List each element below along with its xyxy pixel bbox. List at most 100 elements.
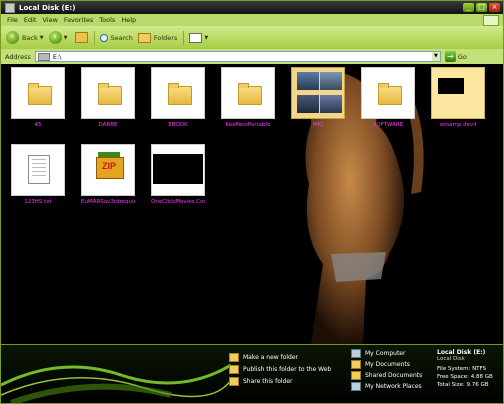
menu-tools[interactable]: Tools — [99, 16, 115, 24]
toolbar: ‹ Back ▼ › ▼ Search Folders ▼ — [1, 26, 503, 50]
windows-flag-icon — [483, 14, 499, 26]
file-item[interactable]: OneClickMovies.Com... — [151, 144, 205, 205]
minimize-button[interactable]: _ — [463, 3, 474, 12]
task-link[interactable]: Publish this folder to the Web — [229, 365, 331, 374]
forward-dropdown-icon[interactable]: ▼ — [64, 35, 68, 41]
file-item[interactable]: EBOOK — [151, 67, 205, 128]
folders-label: Folders — [153, 33, 178, 42]
file-name: EBOOK — [168, 122, 188, 128]
file-name: OneClickMovies.Com... — [151, 199, 205, 205]
place-label: My Network Places — [365, 383, 422, 390]
file-item[interactable]: IMG — [291, 67, 345, 128]
details-subtitle: Local Disk — [437, 356, 465, 362]
photo-preview — [297, 72, 319, 90]
views-button[interactable]: ▼ — [189, 32, 208, 43]
address-value[interactable]: E:\ — [53, 53, 432, 61]
file-item[interactable]: KeePassPortable — [221, 67, 275, 128]
task-link[interactable]: Make a new folder — [229, 353, 331, 362]
address-bar: Address E:\ ▼ → Go — [1, 49, 503, 64]
publish-web-icon — [229, 365, 239, 374]
file-item[interactable]: 123HS.txt — [11, 144, 65, 205]
video-preview — [153, 154, 203, 184]
back-dropdown-icon[interactable]: ▼ — [40, 35, 44, 41]
back-button[interactable]: ‹ Back ▼ — [6, 31, 44, 44]
menu-favorites[interactable]: Favorites — [64, 16, 93, 24]
network-icon — [351, 382, 361, 391]
menu-edit[interactable]: Edit — [24, 16, 37, 24]
toolbar-divider — [93, 30, 95, 45]
file-name: IMG — [312, 122, 324, 128]
file-item[interactable]: ZIP EuMARSav3rdrequired... — [81, 144, 135, 205]
folders-button[interactable]: Folders — [137, 32, 178, 43]
free-space: Free Space: 4.88 GB — [437, 374, 493, 380]
file-system: File System: NTFS — [437, 366, 487, 372]
photo-preview — [297, 95, 319, 113]
menu-bar: File Edit View Favorites Tools Help — [1, 14, 503, 26]
menu-file[interactable]: File — [7, 16, 18, 24]
computer-icon — [351, 349, 361, 358]
address-label: Address — [5, 52, 31, 61]
info-panel: Make a new folder Publish this folder to… — [1, 344, 503, 403]
other-places: My Computer My Documents Shared Document… — [351, 349, 422, 393]
forward-button[interactable]: › ▼ — [48, 31, 68, 44]
back-label: Back — [22, 33, 38, 42]
green-swirl-decoration — [1, 363, 231, 403]
task-link[interactable]: Share this folder — [229, 377, 331, 386]
drive-details: Local Disk (E:) Local Disk File System: … — [437, 349, 501, 390]
file-item[interactable]: 45 — [11, 67, 65, 128]
file-thumbnail — [151, 67, 205, 119]
file-name: 45 — [34, 122, 42, 128]
place-link[interactable]: My Computer — [351, 349, 422, 358]
search-label: Search — [110, 33, 133, 42]
file-thumbnail — [81, 67, 135, 119]
file-list[interactable]: 45 DABBE EBOOK KeePassPortable IMG SOFTW… — [1, 64, 503, 344]
folder-icon — [98, 83, 122, 105]
file-thumbnail — [151, 144, 205, 196]
file-name: KeePassPortable — [225, 122, 271, 128]
text-file-icon — [28, 155, 50, 184]
shared-folder-icon — [351, 371, 361, 380]
address-dropdown-icon[interactable]: ▼ — [431, 52, 440, 61]
folder-up-icon[interactable] — [74, 32, 88, 43]
file-name: 123HS.txt — [24, 199, 52, 205]
menu-help[interactable]: Help — [121, 16, 136, 24]
file-thumbnail — [291, 67, 345, 119]
forward-arrow-icon: › — [48, 31, 62, 44]
drive-icon — [37, 52, 50, 61]
maximize-button[interactable]: □ — [476, 3, 487, 12]
folder-tasks: Make a new folder Publish this folder to… — [229, 353, 331, 389]
search-button[interactable]: Search — [99, 33, 133, 42]
place-label: Shared Documents — [365, 372, 423, 379]
file-name: winamp devil — [439, 122, 477, 128]
file-thumbnail — [431, 67, 485, 119]
back-arrow-icon: ‹ — [6, 31, 19, 44]
toolbar-divider — [183, 30, 185, 45]
go-button[interactable]: → Go — [444, 51, 467, 62]
menu-view[interactable]: View — [42, 16, 57, 24]
place-link[interactable]: My Network Places — [351, 382, 422, 391]
place-link[interactable]: My Documents — [351, 360, 422, 369]
place-label: My Computer — [365, 350, 406, 357]
drive-icon — [5, 2, 15, 13]
file-name: EuMARSav3rdrequired... — [81, 199, 135, 205]
title-bar[interactable]: Local Disk (E:) _ □ × — [1, 1, 503, 14]
folder-icon — [238, 83, 262, 105]
file-item[interactable]: winamp devil — [431, 67, 485, 128]
folder-icon — [168, 83, 192, 105]
window-title: Local Disk (E:) — [19, 3, 76, 12]
views-dropdown-icon[interactable]: ▼ — [204, 35, 208, 41]
folders-icon — [137, 32, 151, 43]
file-thumbnail — [361, 67, 415, 119]
close-button[interactable]: × — [489, 3, 500, 12]
go-label: Go — [457, 52, 467, 61]
place-link[interactable]: Shared Documents — [351, 371, 422, 380]
zip-archive-icon: ZIP — [96, 157, 124, 179]
task-label: Share this folder — [243, 378, 293, 385]
share-folder-icon — [229, 377, 239, 386]
task-label: Publish this folder to the Web — [243, 366, 332, 373]
file-item[interactable]: DABBE — [81, 67, 135, 128]
address-field[interactable]: E:\ ▼ — [34, 51, 441, 62]
go-arrow-icon: → — [444, 51, 456, 62]
file-item[interactable]: SOFTWARE — [361, 67, 415, 128]
file-thumbnail: ZIP — [81, 144, 135, 196]
